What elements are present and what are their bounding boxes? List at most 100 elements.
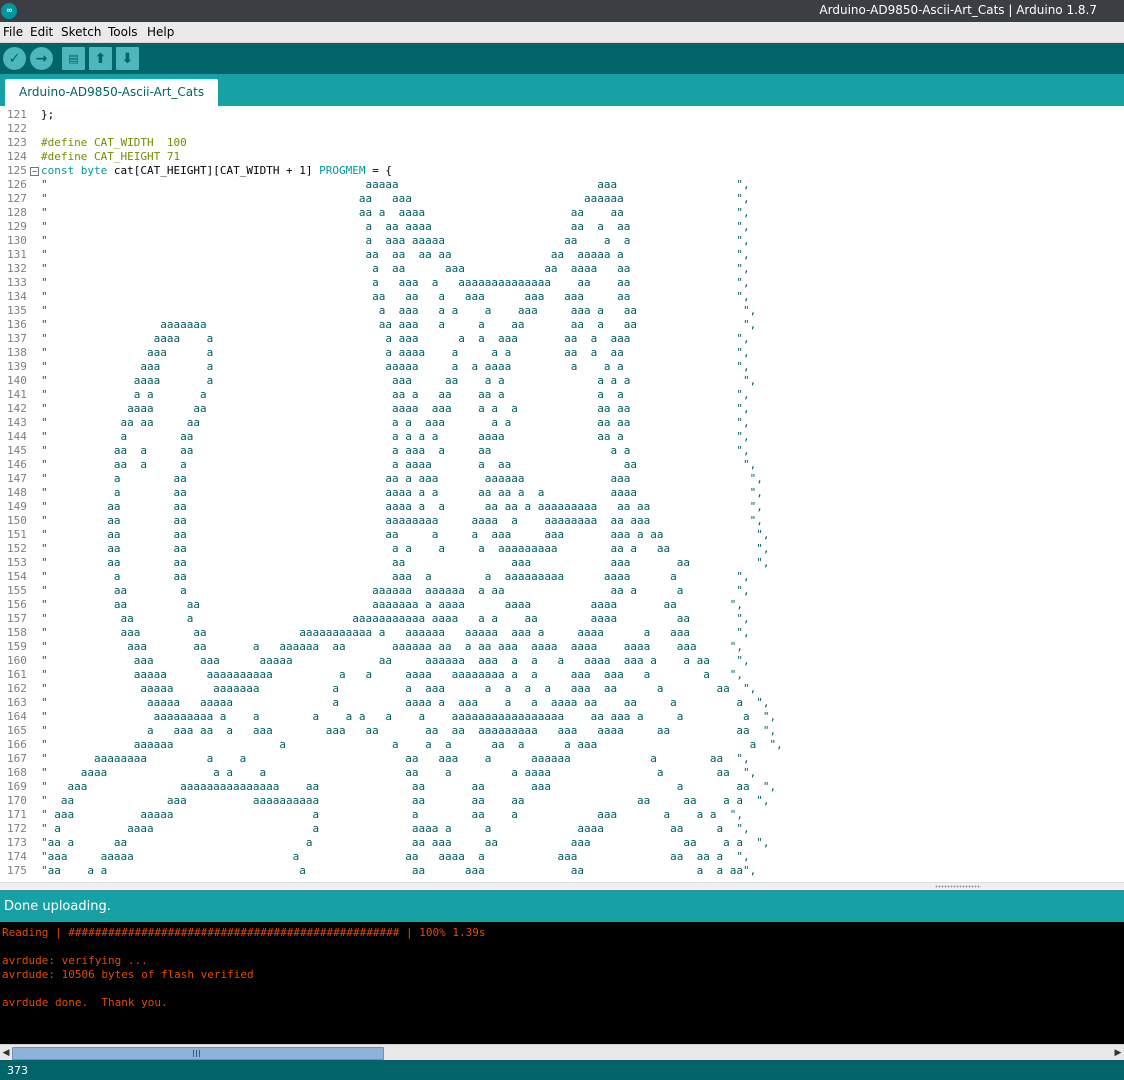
code-text: " aaaaaaaaa a a a a a a a aaaaaaaaaaaaaa… bbox=[41, 710, 777, 723]
line-number: 145 bbox=[7, 444, 27, 457]
code-text: " aaaaa aaaaaaa a a aaa a a a a aaa aa a… bbox=[41, 682, 757, 695]
line-number: 161 bbox=[7, 668, 27, 681]
code-line: 149 " aa aa aaaa a a aa aa a aaaaaaaaa aa… bbox=[0, 500, 1124, 514]
line-number: 148 bbox=[7, 486, 27, 499]
code-line: 134 " aa aa a aaa aaa aaa aa ", bbox=[0, 290, 1124, 304]
code-line: 139 " aaa a aaaaa a a aaaa a a a ", bbox=[0, 360, 1124, 374]
code-line: 133 " a aaa a aaaaaaaaaaaaaa aa aa ", bbox=[0, 276, 1124, 290]
line-number: 135 bbox=[7, 304, 27, 317]
line-number: 173 bbox=[7, 836, 27, 849]
code-text: " aaaaa aaaaaaaaaa a a aaaa aaaaaaaa a a… bbox=[41, 668, 743, 681]
code-text: " aa aa a aaa aaa aaa aa ", bbox=[41, 290, 750, 303]
code-text: "aa a aa a aa aaa aa aaa aa a a ", bbox=[41, 836, 770, 849]
menu-help[interactable]: Help bbox=[147, 25, 174, 39]
code-lines: 121}; 122 123 #define CAT_WIDTH 100 124 #defi… bbox=[0, 108, 1124, 878]
code-line: 138 " aaa a a aaaa a a a aa a aa ", bbox=[0, 346, 1124, 360]
horizontal-scrollbar[interactable]: ◀ ▶ bbox=[0, 1044, 1124, 1061]
code-line: 141 " a a a aa a aa aa a a a ", bbox=[0, 388, 1124, 402]
code-text: " aaaa aa aaaa aaa a a a aa aa ", bbox=[41, 402, 750, 415]
fold-toggle-icon[interactable]: − bbox=[30, 167, 39, 176]
code-line: 146 " aa a a a aaaa a aa aa ", bbox=[0, 458, 1124, 472]
menu-sketch[interactable]: Sketch bbox=[61, 25, 101, 39]
line-number: 149 bbox=[7, 500, 27, 513]
code-text: }; bbox=[41, 108, 55, 121]
line-number: 125 bbox=[7, 164, 27, 177]
code-line: 145 " aa a aa a aaa a aa a a ", bbox=[0, 444, 1124, 458]
line-number: 154 bbox=[7, 570, 27, 583]
code-text: " a aaaa a aaaa a a aaaa aa a ", bbox=[41, 822, 750, 835]
code-line: 167 " aaaaaaaa a a aa aaa a aaaaaa a aa "… bbox=[0, 752, 1124, 766]
menu-tools[interactable]: Tools bbox=[108, 25, 138, 39]
menu-bar: File Edit Sketch Tools Help bbox=[0, 22, 1124, 43]
toolbar: ✓ → ▤ ⬆ ⬇ bbox=[0, 43, 1124, 74]
code-line: 171 " aaa aaaaa a a aa a aaa a a a ", bbox=[0, 808, 1124, 822]
tab-bar: Arduino-AD9850-Ascii-Art_Cats bbox=[0, 74, 1124, 106]
menu-edit[interactable]: Edit bbox=[30, 25, 53, 39]
code-text: " aa a aa a aaa a aa a a ", bbox=[41, 444, 750, 457]
code-line: 125− const byte cat[CAT_HEIGHT][CAT_WIDTH… bbox=[0, 164, 1124, 178]
line-number: 153 bbox=[7, 556, 27, 569]
line-number: 151 bbox=[7, 528, 27, 541]
line-number: 162 bbox=[7, 682, 27, 695]
line-number: 160 bbox=[7, 654, 27, 667]
console-output[interactable]: Reading | ##############################… bbox=[0, 922, 1124, 1044]
line-number: 127 bbox=[7, 192, 27, 205]
save-button[interactable]: ⬇ bbox=[116, 47, 139, 70]
line-number: 152 bbox=[7, 542, 27, 555]
tab-sketch[interactable]: Arduino-AD9850-Ascii-Art_Cats bbox=[5, 79, 219, 106]
line-number: 169 bbox=[7, 780, 27, 793]
line-number: 164 bbox=[7, 710, 27, 723]
code-line: 162 " aaaaa aaaaaaa a a aaa a a a a aaa a… bbox=[0, 682, 1124, 696]
scroll-left-icon[interactable]: ◀ bbox=[0, 1046, 12, 1060]
code-line: 159 " aaa aa a aaaaaa aa aaaaaa aa a aa a… bbox=[0, 640, 1124, 654]
code-text: " a aa a a a a aaaa aa a ", bbox=[41, 430, 750, 443]
code-line: 128 " aa a aaaa aa aa ", bbox=[0, 206, 1124, 220]
line-number: 134 bbox=[7, 290, 27, 303]
open-button[interactable]: ⬆ bbox=[89, 47, 112, 70]
code-line: 151 " aa aa aa a a aaa aaa aaa a aa ", bbox=[0, 528, 1124, 542]
menu-file[interactable]: File bbox=[3, 25, 23, 39]
code-text: " aaaaa aaa ", bbox=[41, 178, 750, 191]
line-number: 163 bbox=[7, 696, 27, 709]
code-line: 129 " a aa aaaa aa a aa ", bbox=[0, 220, 1124, 234]
line-number: 156 bbox=[7, 598, 27, 611]
window-title: Arduino-AD9850-Ascii-Art_Cats | Arduino … bbox=[819, 3, 1097, 17]
code-text: "aaa aaaaa a aa aaaa a aaa aa aa a ", bbox=[41, 850, 750, 863]
code-line: 130 " a aaa aaaaa aa a a ", bbox=[0, 234, 1124, 248]
code-text: const byte cat[CAT_HEIGHT][CAT_WIDTH + 1… bbox=[41, 164, 393, 177]
code-text: " a aa aaaa a a aa aa a a aaaa ", bbox=[41, 486, 763, 499]
code-text: " a aa aaa a a aaaaaaaaa aaaa a ", bbox=[41, 570, 750, 583]
line-number: 147 bbox=[7, 472, 27, 485]
line-number: 155 bbox=[7, 584, 27, 597]
code-text: " a aaa a a a aaa aaa a aa ", bbox=[41, 304, 757, 317]
line-number: 123 bbox=[7, 136, 27, 149]
code-text: " aa a aaaa aa aa ", bbox=[41, 206, 750, 219]
line-number: 137 bbox=[7, 332, 27, 345]
code-editor[interactable]: 121}; 122 123 #define CAT_WIDTH 100 124 #defi… bbox=[0, 106, 1124, 882]
code-line: 132 " a aa aaa aa aaaa aa ", bbox=[0, 262, 1124, 276]
code-line: 135 " a aaa a a a aaa aaa a aa ", bbox=[0, 304, 1124, 318]
code-text: " aa aa aaaa a a aa aa a aaaaaaaaa aa aa… bbox=[41, 500, 763, 513]
code-line: 175 "aa a a a aa aaa aa a a aa", bbox=[0, 864, 1124, 878]
code-text: " a aa aa a aaa aaaaaa aaa ", bbox=[41, 472, 763, 485]
checkmark-icon: ✓ bbox=[8, 50, 21, 67]
code-text: " a aaa aa a aaa aaa aa aa aa aaaaaaaaa … bbox=[41, 724, 777, 737]
arrow-right-icon: → bbox=[35, 50, 48, 67]
code-text: " aaaa a aaa aa a a a a a ", bbox=[41, 374, 757, 387]
scroll-grip-icon bbox=[193, 1050, 201, 1057]
verify-button[interactable]: ✓ bbox=[3, 47, 26, 70]
new-button[interactable]: ▤ bbox=[62, 47, 85, 70]
code-line: 123 #define CAT_WIDTH 100 bbox=[0, 136, 1124, 150]
scroll-right-icon[interactable]: ▶ bbox=[1112, 1046, 1124, 1060]
divider-grip-icon[interactable] bbox=[935, 885, 981, 888]
arrow-up-icon: ⬆ bbox=[94, 50, 107, 67]
code-line: 148 " a aa aaaa a a aa aa a a aaaa ", bbox=[0, 486, 1124, 500]
code-line: 169 " aaa aaaaaaaaaaaaaaa aa aa aa aaa a … bbox=[0, 780, 1124, 794]
code-text: " aaa aaaaaaaaaaaaaaa aa aa aa aaa a aa … bbox=[41, 780, 777, 793]
code-text: " a aaa aaaaa aa a a ", bbox=[41, 234, 750, 247]
scroll-thumb[interactable] bbox=[12, 1047, 384, 1060]
status-message: Done uploading. bbox=[4, 899, 111, 914]
upload-button[interactable]: → bbox=[30, 47, 53, 70]
